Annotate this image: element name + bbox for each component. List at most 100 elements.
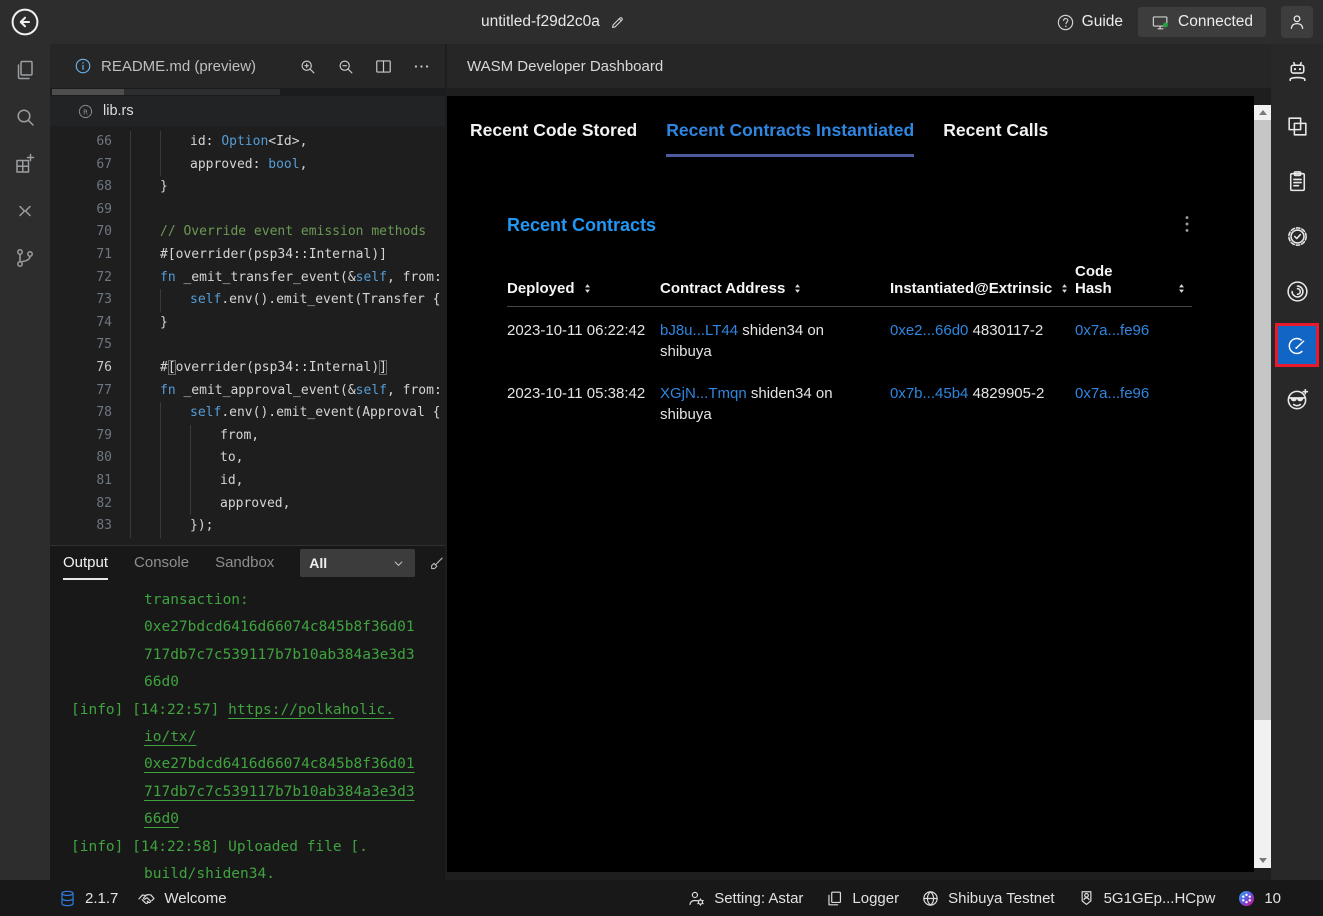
indent-guide	[190, 470, 220, 493]
cell-link[interactable]: XGjN...Tmqn	[660, 385, 747, 402]
sidebar-item-assistant[interactable]	[1280, 54, 1314, 88]
column-header[interactable]: Instantiated@Extrinsic	[890, 263, 1075, 307]
indent-guide	[160, 447, 190, 470]
sidebar-item-extensions[interactable]	[8, 147, 42, 181]
zoom-in-button[interactable]	[298, 57, 317, 76]
log-link[interactable]: https://polkaholic.	[228, 702, 394, 718]
sidebar-item-tasks[interactable]	[1280, 164, 1314, 198]
globe-icon	[921, 889, 940, 908]
code-token: fn	[160, 270, 176, 285]
dash-tab[interactable]: Recent Code Stored	[470, 120, 637, 157]
code-line: 83});	[50, 515, 445, 538]
column-header[interactable]: Contract Address	[660, 263, 890, 307]
status-setting[interactable]: Setting: Astar	[687, 889, 803, 908]
panel-tab-output[interactable]: Output	[63, 546, 108, 580]
sidebar-item-openai[interactable]	[1280, 274, 1314, 308]
code-line: 74}	[50, 312, 445, 335]
editor-toolbar: README.md (preview)	[50, 44, 445, 88]
edit-title-icon[interactable]	[609, 14, 626, 31]
cell-link[interactable]: 0xe2...66d0	[890, 322, 968, 339]
sidebar-item-dashboard[interactable]	[1275, 323, 1319, 367]
scrollbar-thumb[interactable]	[1254, 120, 1271, 720]
sort-icon[interactable]	[1058, 282, 1071, 295]
status-balance-label: 10	[1264, 890, 1281, 907]
status-network[interactable]: Shibuya Testnet	[921, 889, 1054, 908]
openai-icon	[1285, 279, 1310, 304]
log-link[interactable]: 66d0	[144, 811, 179, 827]
triangle-down-icon	[1259, 858, 1267, 863]
indent-guide	[130, 199, 160, 222]
table-row: 2023-10-11 06:22:42bJ8u...LT44 shiden34 …	[507, 307, 1192, 371]
editor-tab-title[interactable]: README.md (preview)	[101, 58, 289, 75]
cell-link[interactable]: 0x7a...fe96	[1075, 322, 1149, 339]
cell-link[interactable]: 0x7b...45b4	[890, 385, 968, 402]
log-link[interactable]: 717db7c7c539117b7b10ab384a3e3d3	[144, 784, 415, 800]
panel-tabs: Output Console Sandbox	[63, 546, 300, 580]
indent-guide	[130, 334, 160, 357]
scroll-up-button[interactable]	[1254, 105, 1271, 120]
log-filter-select[interactable]: All	[300, 549, 414, 577]
code-token: .env().emit_event(Transfer { f	[221, 292, 445, 307]
panel-tab-console[interactable]: Console	[134, 546, 189, 580]
code-token: self	[190, 405, 221, 420]
sidebar-item-verified[interactable]	[1280, 219, 1314, 253]
status-balance[interactable]: 10	[1237, 889, 1281, 908]
indent-guide	[130, 176, 160, 199]
code-editor[interactable]: 66id: Option<Id>,67approved: bool,68}697…	[50, 126, 445, 545]
dashboard-title: WASM Developer Dashboard	[467, 58, 663, 75]
dash-tab[interactable]: Recent Contracts Instantiated	[666, 120, 914, 157]
database-icon	[58, 889, 77, 908]
sidebar-item-source-control[interactable]	[8, 241, 42, 275]
sidebar-item-compile[interactable]	[1280, 109, 1314, 143]
gauge-icon	[1286, 334, 1309, 357]
sort-icon[interactable]	[581, 282, 594, 295]
cell-text: 4830117-2	[968, 322, 1043, 339]
status-welcome[interactable]: Welcome	[137, 889, 226, 908]
log-line: io/tx/	[71, 724, 445, 751]
indent-guide	[130, 312, 160, 335]
code-line: 72fn _emit_transfer_event(&self, from: O	[50, 267, 445, 290]
editor-scroll-strip[interactable]	[50, 88, 445, 96]
code-line: 67approved: bool,	[50, 154, 445, 177]
panel-tab-sandbox[interactable]: Sandbox	[215, 546, 274, 580]
sidebar-item-explorer[interactable]	[8, 53, 42, 87]
dash-tab[interactable]: Recent Calls	[943, 120, 1048, 157]
log-link[interactable]: 0xe27bdcd6416d66074c845b8f36d01	[144, 756, 415, 772]
table-cell: bJ8u...LT44 shiden34 onshibuya	[660, 307, 890, 371]
column-header[interactable]: Code Hash	[1075, 263, 1192, 307]
split-editor-button[interactable]	[374, 57, 393, 76]
sidebar-item-collapse[interactable]	[8, 194, 42, 228]
status-version[interactable]: 2.1.7	[58, 889, 118, 908]
column-header[interactable]: Deployed	[507, 263, 660, 307]
sort-icon[interactable]	[791, 282, 804, 295]
code-token: id,	[220, 473, 243, 488]
files-icon	[13, 58, 37, 82]
log-link[interactable]: io/tx/	[144, 729, 196, 745]
status-logger[interactable]: Logger	[825, 889, 899, 908]
log-line: 66d0	[71, 806, 445, 833]
scroll-down-button[interactable]	[1254, 853, 1271, 868]
profile-button[interactable]	[1281, 6, 1313, 38]
code-line: 68}	[50, 176, 445, 199]
clear-output-button[interactable]	[428, 554, 445, 573]
dashboard-scrollbar[interactable]	[1254, 105, 1271, 868]
card-menu-button[interactable]	[1176, 213, 1198, 235]
indent-guide	[130, 289, 160, 312]
status-account[interactable]: 5G1GEp...HCpw	[1077, 889, 1216, 908]
code-token: overrider(psp34::Internal)	[176, 360, 380, 375]
more-actions-button[interactable]	[412, 57, 431, 76]
guide-button[interactable]: Guide	[1056, 13, 1123, 32]
rust-file-icon: R	[77, 103, 94, 120]
cell-link[interactable]: 0x7a...fe96	[1075, 385, 1149, 402]
sidebar-item-fun[interactable]	[1280, 382, 1314, 416]
badge-check-icon	[1285, 224, 1310, 249]
zoom-out-button[interactable]	[336, 57, 355, 76]
log-text: 717db7c7c539117b7b10ab384a3e3d3	[144, 647, 415, 663]
tab-librs[interactable]: lib.rs	[103, 103, 134, 119]
sort-icon[interactable]	[1175, 282, 1188, 295]
line-number: 82	[50, 493, 112, 516]
cell-link[interactable]: bJ8u...LT44	[660, 322, 738, 339]
back-button[interactable]	[9, 6, 41, 38]
connected-button[interactable]: Connected	[1138, 7, 1266, 37]
sidebar-item-search[interactable]	[8, 100, 42, 134]
